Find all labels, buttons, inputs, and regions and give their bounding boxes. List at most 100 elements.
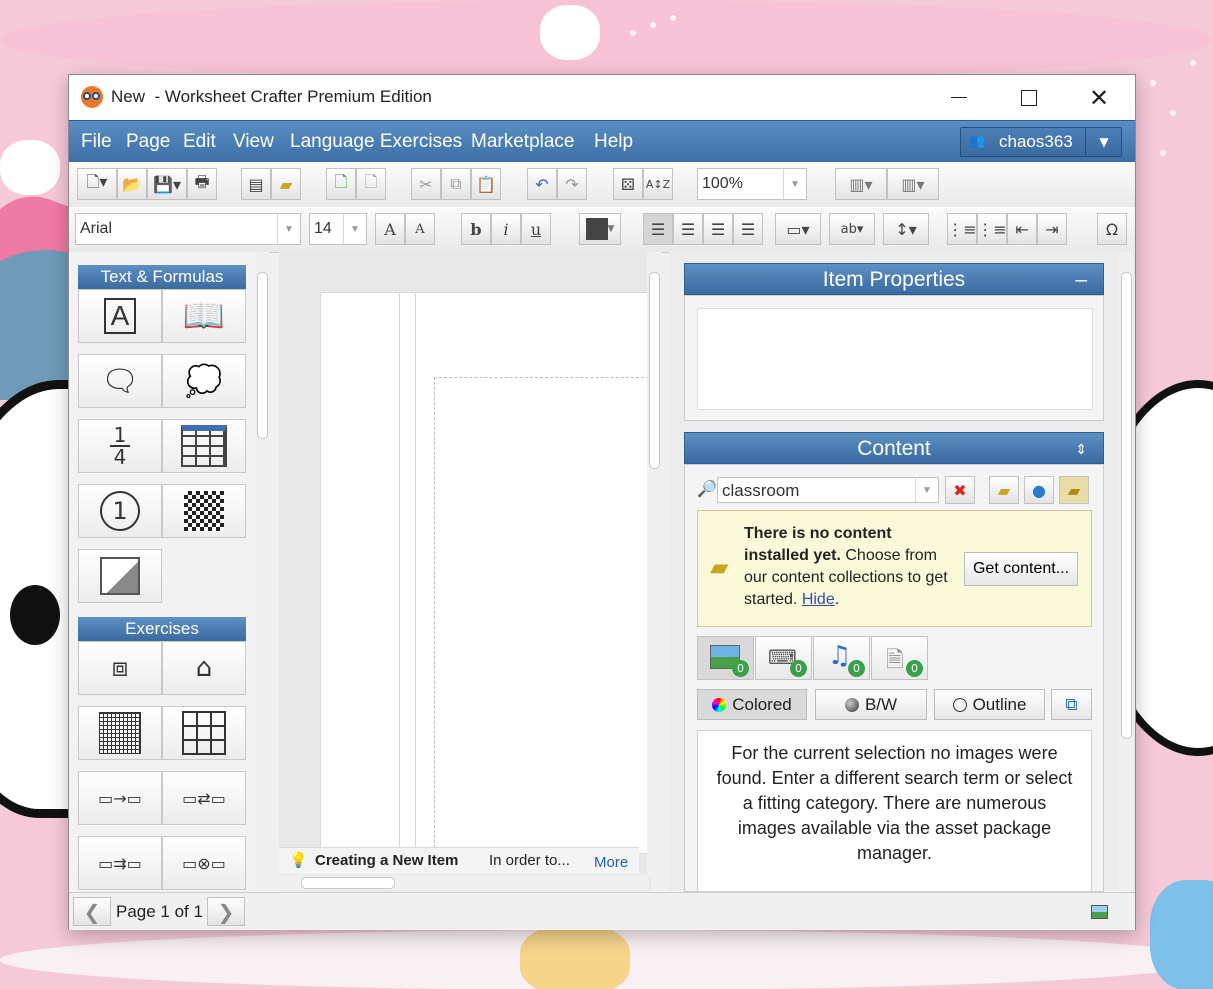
category-music[interactable]: ♫ 0: [813, 636, 870, 680]
content-header[interactable]: Content ⇕: [684, 432, 1104, 464]
palette-image[interactable]: [78, 549, 162, 603]
worksheet-canvas[interactable]: 💡 Creating a New Item In order to... Mor…: [279, 252, 661, 892]
vertical-align-button[interactable]: ▭▾: [775, 213, 821, 245]
palette-table[interactable]: [162, 419, 246, 473]
align-right-button[interactable]: ☰: [703, 213, 733, 245]
page-button[interactable]: ▤: [241, 168, 271, 200]
palette-textbox[interactable]: A: [78, 289, 162, 343]
collapse-icon[interactable]: –: [1075, 264, 1087, 296]
hyphenation-button[interactable]: ab▾: [829, 213, 875, 245]
palette-operator-cross[interactable]: ▭⊗▭: [162, 836, 246, 890]
new-document-button[interactable]: 🗋▾: [77, 168, 117, 200]
category-templates[interactable]: 🗎 0: [871, 636, 928, 680]
delete-page-button[interactable]: 🗋: [356, 168, 386, 200]
sort-az-button[interactable]: A↕Z: [643, 168, 673, 200]
redo-button[interactable]: ↷: [557, 168, 587, 200]
expand-collapse-icon[interactable]: ⇕: [1075, 433, 1087, 465]
numbered-list-button[interactable]: ⋮≡: [947, 213, 977, 245]
palette-scrollbar[interactable]: [255, 252, 269, 892]
palette-hundred-grid[interactable]: [78, 706, 162, 760]
align-left-button[interactable]: ☰: [643, 213, 673, 245]
image-status-icon[interactable]: [1091, 905, 1108, 919]
mode-outline-button[interactable]: Outline: [934, 689, 1045, 720]
palette-number-house[interactable]: ⌂: [162, 641, 246, 695]
undo-button[interactable]: ↶: [527, 168, 557, 200]
menu-help[interactable]: Help: [594, 131, 633, 153]
palette-reading-text[interactable]: 📖: [162, 289, 246, 343]
package-manager-button[interactable]: ▰: [1059, 476, 1089, 504]
menu-file[interactable]: File: [81, 131, 112, 153]
add-page-button[interactable]: 🗋: [326, 168, 356, 200]
mode-colored-button[interactable]: Colored: [697, 689, 807, 720]
palette-arrow-chain[interactable]: ▭→▭: [78, 771, 162, 825]
palette-operator-grid[interactable]: ▭⇉▭: [78, 836, 162, 890]
get-content-button[interactable]: Get content...: [964, 552, 1078, 586]
italic-button[interactable]: i: [491, 213, 521, 245]
title-bar[interactable]: New - Worksheet Crafter Premium Edition …: [69, 75, 1135, 120]
category-fonts[interactable]: ⌨ 0: [755, 636, 812, 680]
scroll-thumb[interactable]: [649, 272, 660, 469]
palette-thought-bubble[interactable]: 💭: [162, 354, 246, 408]
add-folder-button[interactable]: ▰: [989, 476, 1019, 504]
previous-page-button[interactable]: ❮: [73, 897, 111, 926]
palette-number-circle[interactable]: 1: [78, 484, 162, 538]
scroll-thumb[interactable]: [301, 877, 395, 889]
tip-more-link[interactable]: More: [594, 854, 628, 871]
underline-button[interactable]: u: [521, 213, 551, 245]
menu-marketplace[interactable]: Marketplace: [471, 131, 575, 153]
canvas-horizontal-scrollbar[interactable]: [279, 875, 649, 890]
copy-button[interactable]: ⧉: [441, 168, 471, 200]
text-color-button[interactable]: ▼: [579, 213, 621, 245]
distribute-button[interactable]: ▥▾: [887, 168, 939, 200]
align-center-button[interactable]: ☰: [673, 213, 703, 245]
font-size-select[interactable]: 14 ▼: [309, 213, 367, 245]
panel-scrollbar[interactable]: [1119, 252, 1133, 892]
palette-fraction[interactable]: 1 4: [78, 419, 162, 473]
worksheet-page[interactable]: [320, 292, 652, 858]
user-account-button[interactable]: 👥 chaos363 ▼: [960, 127, 1122, 157]
scroll-thumb[interactable]: [257, 272, 268, 439]
indent-button[interactable]: ⇥: [1037, 213, 1067, 245]
print-button[interactable]: 🖶: [187, 168, 217, 200]
justify-button[interactable]: ☰: [733, 213, 763, 245]
web-search-button[interactable]: ●: [1024, 476, 1054, 504]
special-character-button[interactable]: Ω: [1097, 213, 1127, 245]
cut-button[interactable]: ✂: [411, 168, 441, 200]
view-options-button[interactable]: ⧉: [1051, 689, 1092, 720]
next-page-button[interactable]: ❯: [207, 897, 245, 926]
palette-table-grid[interactable]: [162, 706, 246, 760]
palette-speech-bubble[interactable]: 🗨: [78, 354, 162, 408]
outdent-button[interactable]: ⇤: [1007, 213, 1037, 245]
palette-qr-code[interactable]: [162, 484, 246, 538]
zoom-select[interactable]: 100% ▼: [697, 168, 807, 200]
bold-button[interactable]: b: [461, 213, 491, 245]
scroll-thumb[interactable]: [1121, 272, 1132, 739]
hide-link[interactable]: Hide: [802, 591, 835, 608]
maximize-button[interactable]: [994, 75, 1064, 120]
line-spacing-button[interactable]: ↕▾: [883, 213, 929, 245]
bullet-list-button[interactable]: ⋮≡: [977, 213, 1007, 245]
paste-button[interactable]: 📋: [471, 168, 501, 200]
canvas-vertical-scrollbar[interactable]: [647, 252, 661, 877]
palette-number-pyramid[interactable]: ⧈: [78, 641, 162, 695]
menu-language-exercises[interactable]: Language Exercises: [290, 131, 462, 153]
save-button[interactable]: 💾▾: [147, 168, 187, 200]
align-top-button[interactable]: ▥▾: [835, 168, 887, 200]
palette-reverse-chain[interactable]: ▭⇄▭: [162, 771, 246, 825]
chevron-down-icon[interactable]: ▼: [1085, 128, 1122, 156]
menu-view[interactable]: View: [233, 131, 274, 153]
close-button[interactable]: ✕: [1064, 75, 1134, 120]
item-properties-header[interactable]: Item Properties –: [684, 263, 1104, 295]
open-button[interactable]: 📂: [117, 168, 147, 200]
menu-page[interactable]: Page: [126, 131, 170, 153]
notes-button[interactable]: ▰: [271, 168, 301, 200]
shrink-font-button[interactable]: A: [405, 213, 435, 245]
font-family-select[interactable]: Arial ▼: [75, 213, 301, 245]
mode-bw-button[interactable]: B/W: [815, 689, 927, 720]
content-search-input[interactable]: classroom ▼: [717, 477, 939, 503]
clear-search-button[interactable]: ✖: [945, 476, 975, 504]
menu-edit[interactable]: Edit: [183, 131, 216, 153]
category-images[interactable]: 0: [697, 636, 754, 680]
grow-font-button[interactable]: A: [375, 213, 405, 245]
minimize-button[interactable]: [924, 75, 994, 120]
